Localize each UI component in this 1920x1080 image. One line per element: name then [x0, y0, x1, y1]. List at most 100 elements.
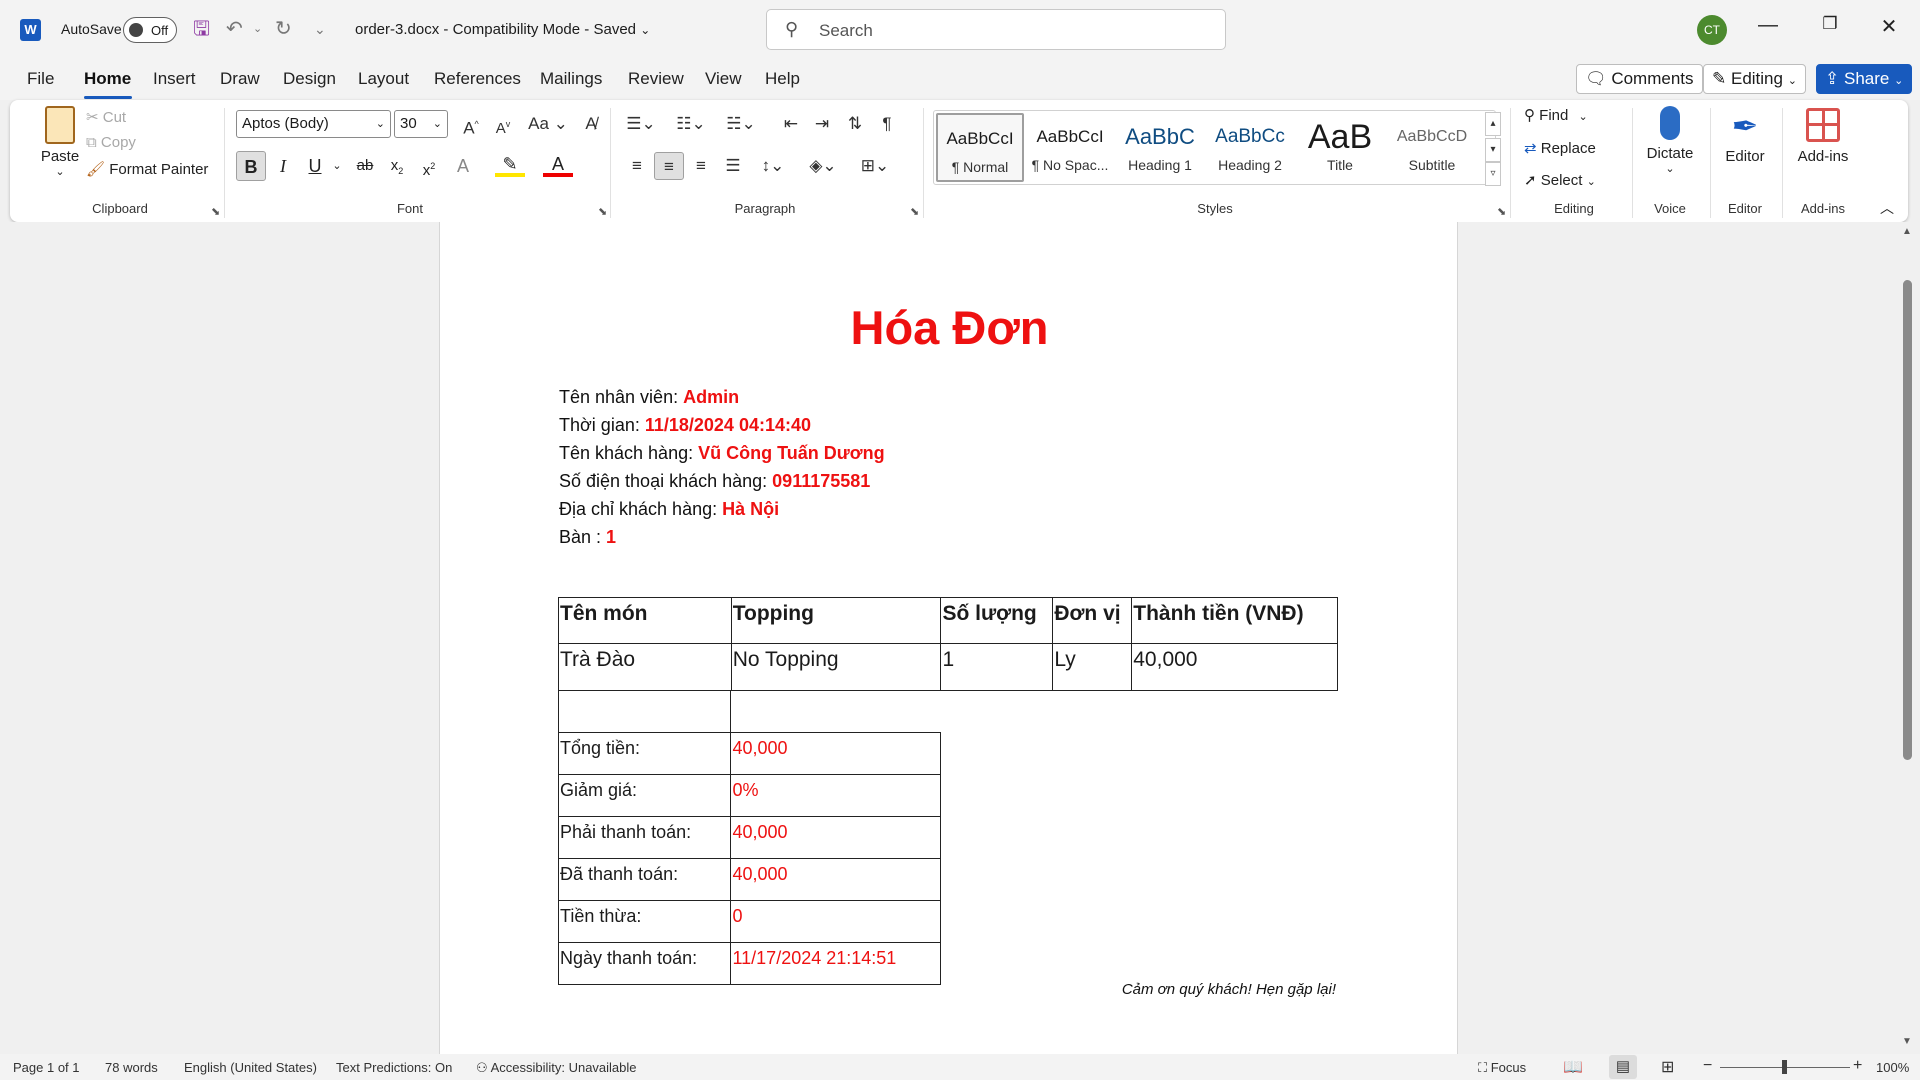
align-left-icon[interactable]: ≡: [622, 152, 652, 180]
zoom-slider-thumb[interactable]: [1782, 1060, 1787, 1074]
dialog-launcher-icon[interactable]: ⬊: [211, 205, 220, 218]
strikethrough-icon[interactable]: ab: [350, 151, 380, 181]
comments-button[interactable]: 🗨 Comments: [1576, 64, 1703, 94]
superscript-icon[interactable]: x2: [414, 151, 444, 181]
align-right-icon[interactable]: ≡: [686, 152, 716, 180]
style-normal[interactable]: AaBbCcI ¶ Normal: [936, 113, 1024, 182]
tab-file[interactable]: File: [27, 69, 54, 89]
align-center-icon[interactable]: ≡: [654, 152, 684, 180]
format-painter-button[interactable]: 🖌 Format Painter: [86, 160, 208, 178]
show-formatting-icon[interactable]: ¶: [872, 110, 902, 138]
tab-help[interactable]: Help: [765, 69, 800, 89]
accessibility-status[interactable]: ⚇ Accessibility: Unavailable: [476, 1060, 637, 1076]
style-no-spacing[interactable]: AaBbCcI ¶ No Spac...: [1026, 113, 1114, 182]
text-effects-icon[interactable]: A: [448, 151, 478, 181]
redo-icon[interactable]: ↻: [275, 18, 292, 40]
gallery-down-icon[interactable]: ▾: [1485, 138, 1501, 162]
tab-draw[interactable]: Draw: [220, 69, 260, 89]
close-icon[interactable]: ✕: [1869, 14, 1909, 39]
vertical-scrollbar[interactable]: ▲ ▼: [1895, 222, 1920, 1054]
tab-view[interactable]: View: [705, 69, 742, 89]
addins-button[interactable]: Add-ins: [1788, 106, 1858, 165]
shrink-font-icon[interactable]: Av: [488, 110, 518, 138]
sort-icon[interactable]: ⇅: [840, 110, 870, 138]
tab-home[interactable]: Home: [84, 69, 131, 89]
zoom-out-icon[interactable]: −: [1703, 1057, 1712, 1075]
group-label-paragraph: Paragraph: [734, 201, 796, 216]
style-subtitle[interactable]: AaBbCcD Subtitle: [1386, 113, 1478, 182]
undo-dropdown-icon[interactable]: ⌄: [253, 18, 262, 40]
chevron-down-icon[interactable]: ⌄: [322, 151, 352, 181]
share-button[interactable]: ⇪ Share ⌄: [1816, 64, 1913, 94]
zoom-in-icon[interactable]: +: [1853, 1057, 1862, 1075]
clear-formatting-icon[interactable]: A̸: [576, 110, 606, 138]
customize-qat-icon[interactable]: ⌄: [314, 18, 326, 40]
highlight-icon[interactable]: ✎: [495, 151, 525, 177]
tab-layout[interactable]: Layout: [358, 69, 409, 89]
editing-mode-button[interactable]: ✎ Editing ⌄: [1703, 64, 1806, 94]
undo-icon[interactable]: ↶: [226, 18, 243, 40]
language-status[interactable]: English (United States): [184, 1060, 317, 1075]
find-button[interactable]: ⚲ Find ⌄: [1524, 106, 1588, 124]
avatar[interactable]: CT: [1697, 15, 1727, 45]
zoom-level[interactable]: 100%: [1876, 1060, 1909, 1075]
bold-icon[interactable]: B: [236, 151, 266, 181]
subscript-icon[interactable]: x2: [382, 151, 412, 181]
shading-icon[interactable]: ◈⌄: [804, 152, 842, 180]
focus-button[interactable]: ⛶ Focus: [1478, 1060, 1526, 1076]
minimize-icon[interactable]: —: [1748, 14, 1788, 37]
dictate-button[interactable]: Dictate ⌄: [1638, 106, 1702, 175]
increase-indent-icon[interactable]: ⇥: [807, 110, 837, 138]
tab-mailings[interactable]: Mailings: [540, 69, 602, 89]
read-mode-icon[interactable]: 📖: [1563, 1057, 1583, 1077]
borders-icon[interactable]: ⊞⌄: [856, 152, 894, 180]
page-count[interactable]: Page 1 of 1: [13, 1060, 80, 1075]
document-page[interactable]: Hóa Đơn Tên nhân viên: Admin Thời gian: …: [439, 222, 1458, 1054]
gallery-up-icon[interactable]: ▴: [1485, 112, 1501, 136]
line-spacing-icon[interactable]: ↕⌄: [754, 152, 792, 180]
decrease-indent-icon[interactable]: ⇤: [776, 110, 806, 138]
search-box[interactable]: ⚲ Search: [766, 9, 1226, 50]
dialog-launcher-icon[interactable]: ⬊: [1497, 205, 1506, 218]
numbering-icon[interactable]: ☷⌄: [672, 110, 710, 138]
save-icon[interactable]: 🖫: [193, 18, 210, 40]
paste-button[interactable]: Paste ⌄: [32, 106, 88, 178]
scrollbar-thumb[interactable]: [1903, 280, 1912, 760]
text-predictions-status[interactable]: Text Predictions: On: [336, 1060, 452, 1075]
copy-button[interactable]: ⧉ Copy: [86, 134, 136, 151]
font-size-dropdown[interactable]: 30 ⌄: [394, 110, 448, 138]
group-label-editing: Editing: [1554, 201, 1594, 216]
bullets-icon[interactable]: ☰⌄: [622, 110, 660, 138]
style-title[interactable]: AaB Title: [1296, 113, 1384, 182]
grow-font-icon[interactable]: A^: [456, 110, 486, 138]
cut-button[interactable]: ✂ Cut: [86, 108, 126, 126]
collapse-ribbon-icon[interactable]: ︿: [1880, 198, 1894, 218]
scroll-down-icon[interactable]: ▼: [1902, 1036, 1912, 1047]
change-case-icon[interactable]: Aa ⌄: [528, 110, 568, 138]
word-count[interactable]: 78 words: [105, 1060, 158, 1075]
share-icon: ⇪: [1825, 69, 1840, 88]
style-heading-1[interactable]: AaBbC Heading 1: [1116, 113, 1204, 182]
justify-icon[interactable]: ☰: [718, 152, 748, 180]
autosave-toggle[interactable]: Off: [123, 17, 177, 43]
scroll-up-icon[interactable]: ▲: [1902, 226, 1912, 237]
multilevel-list-icon[interactable]: ☵⌄: [722, 110, 760, 138]
gallery-more-icon[interactable]: ▿: [1485, 162, 1501, 186]
dialog-launcher-icon[interactable]: ⬊: [910, 205, 919, 218]
tab-insert[interactable]: Insert: [153, 69, 196, 89]
font-name-dropdown[interactable]: Aptos (Body) ⌄: [236, 110, 391, 138]
web-layout-icon[interactable]: ⊞: [1661, 1057, 1674, 1077]
dialog-launcher-icon[interactable]: ⬊: [598, 205, 607, 218]
select-button[interactable]: ➚ Select ⌄: [1524, 171, 1596, 189]
restore-icon[interactable]: ❐: [1810, 14, 1850, 34]
editor-button[interactable]: ✒ Editor: [1716, 106, 1774, 165]
print-layout-icon[interactable]: ▤: [1609, 1055, 1637, 1079]
style-heading-2[interactable]: AaBbCc Heading 2: [1206, 113, 1294, 182]
tab-review[interactable]: Review: [628, 69, 684, 89]
document-title[interactable]: order-3.docx - Compatibility Mode - Save…: [355, 21, 650, 38]
tab-design[interactable]: Design: [283, 69, 336, 89]
italic-icon[interactable]: I: [268, 151, 298, 181]
replace-button[interactable]: ⇄ Replace: [1524, 139, 1596, 157]
font-color-icon[interactable]: A: [543, 151, 573, 177]
tab-references[interactable]: References: [434, 69, 521, 89]
